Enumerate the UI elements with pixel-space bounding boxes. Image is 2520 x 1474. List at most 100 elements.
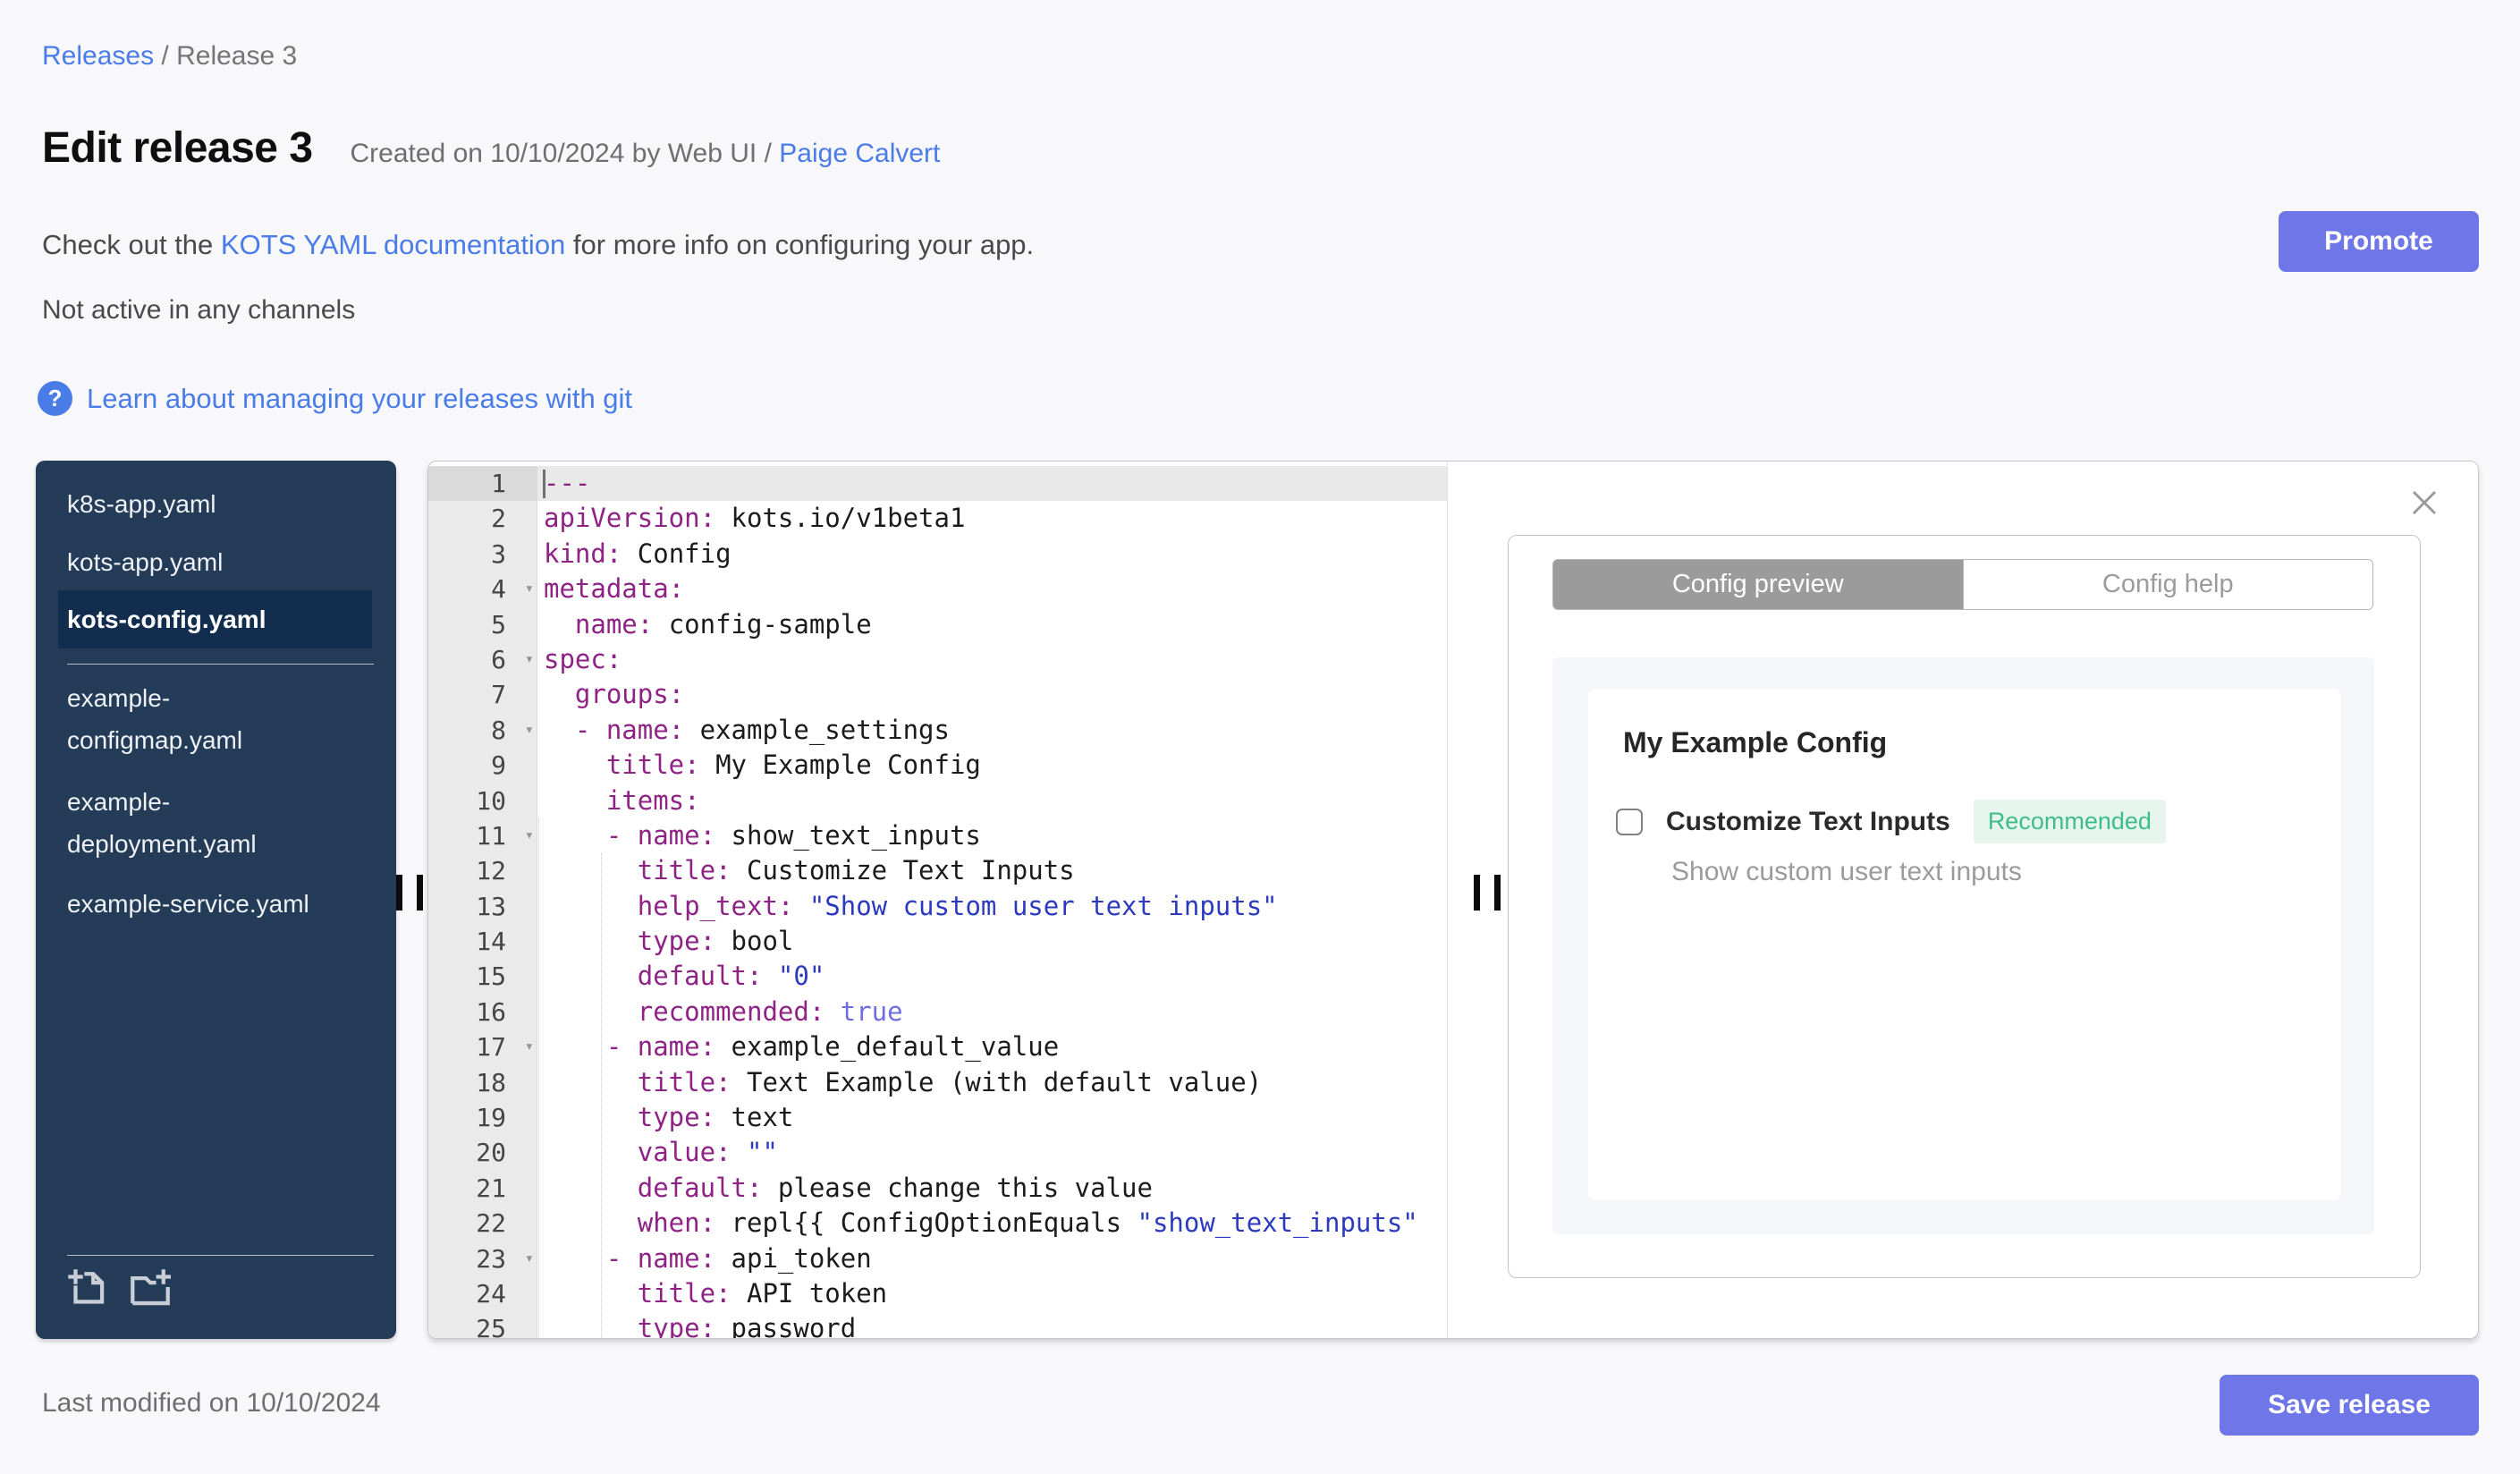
code-line-19[interactable]: 19 type: text <box>428 1100 1447 1136</box>
code-text: title: API token <box>637 1277 888 1309</box>
gutter-line-number: 19 <box>428 1100 537 1136</box>
code-text: - name: api_token <box>605 1242 872 1274</box>
sidebar-item-kots-config.yaml[interactable]: kots-config.yaml <box>58 590 372 648</box>
close-icon[interactable] <box>2406 485 2442 521</box>
sidebar-divider-top <box>67 664 374 665</box>
fold-arrow-icon[interactable]: ▾ <box>525 572 534 606</box>
gutter-line-number: 9 <box>428 748 537 784</box>
gutter-line-number: 2 <box>428 501 537 537</box>
new-file-icon[interactable] <box>65 1266 106 1308</box>
code-line-12[interactable]: 12 title: Customize Text Inputs <box>428 853 1447 889</box>
created-author-link[interactable]: Paige Calvert <box>779 139 940 168</box>
save-release-button[interactable]: Save release <box>2220 1375 2479 1436</box>
code-text: title: My Example Config <box>605 750 981 781</box>
code-text: recommended: true <box>637 995 903 1027</box>
created-prefix: Created on 10/10/2024 by Web UI / <box>350 139 780 168</box>
sidebar-item-example-configmap.yaml[interactable]: example- configmap.yaml <box>67 677 378 761</box>
code-line-23[interactable]: 23 ▾ - name: api_token <box>428 1241 1447 1276</box>
fold-arrow-icon[interactable]: ▾ <box>525 1029 534 1064</box>
fold-arrow-icon[interactable]: ▾ <box>525 642 534 677</box>
new-folder-icon[interactable] <box>128 1266 173 1308</box>
page-title: Edit release 3 <box>42 124 313 172</box>
code-line-4[interactable]: 4 ▾ metadata: <box>428 572 1447 607</box>
code-line-13[interactable]: 13 help_text: "Show custom user text inp… <box>428 888 1447 925</box>
gutter-line-number: 22 <box>428 1206 537 1241</box>
breadcrumb-releases-link[interactable]: Releases <box>42 41 154 71</box>
code-line-17[interactable]: 17 ▾ - name: example_default_value <box>428 1029 1447 1065</box>
gutter-line-number: 6 ▾ <box>428 641 537 678</box>
release-editor-screen: Releases / Release 3 Edit release 3 Crea… <box>0 0 2520 1474</box>
gutter-line-number: 12 <box>428 853 537 889</box>
config-group-title: My Example Config <box>1623 726 1888 758</box>
gutter-line-number: 5 <box>428 606 537 642</box>
code-text: apiVersion: kots.io/v1beta1 <box>544 503 966 534</box>
code-line-21[interactable]: 21 default: please change this value <box>428 1170 1447 1207</box>
config-tabs: Config preview Config help <box>1552 559 2373 610</box>
breadcrumb-separator: / <box>154 41 177 71</box>
tab-config-preview[interactable]: Config preview <box>1553 560 1963 609</box>
code-line-2[interactable]: 2 apiVersion: kots.io/v1beta1 <box>428 501 1447 537</box>
created-info: Created on 10/10/2024 by Web UI / Paige … <box>351 139 941 169</box>
sidebar-divider-bottom <box>67 1255 374 1256</box>
breadcrumb: Releases / Release 3 <box>42 41 297 72</box>
code-line-15[interactable]: 15 default: "0" <box>428 959 1447 995</box>
code-line-11[interactable]: 11 ▾ - name: show_text_inputs <box>428 817 1447 854</box>
code-line-8[interactable]: 8 ▾ - name: example_settings <box>428 712 1447 749</box>
code-line-9[interactable]: 9 title: My Example Config <box>428 748 1447 784</box>
sidebar-item-k8s-app.yaml[interactable]: k8s-app.yaml <box>67 483 378 525</box>
code-line-6[interactable]: 6 ▾ spec: <box>428 641 1447 678</box>
code-text: default: "0" <box>637 961 825 992</box>
code-line-1[interactable]: 1 --- <box>428 466 1447 502</box>
code-text: value: "" <box>637 1137 778 1168</box>
code-line-16[interactable]: 16 recommended: true <box>428 994 1447 1030</box>
sidebar-item-example-deployment.yaml[interactable]: example- deployment.yaml <box>67 781 378 865</box>
git-releases-link[interactable]: Learn about managing your releases with … <box>87 383 632 415</box>
config-group-card: My Example Config Customize Text Inputs … <box>1588 689 2341 1200</box>
docs-suffix: for more info on configuring your app. <box>565 229 1035 260</box>
code-line-25[interactable]: 25 type: password <box>428 1311 1447 1338</box>
customize-text-inputs-checkbox[interactable] <box>1616 808 1643 835</box>
sidebar-actions <box>65 1266 173 1308</box>
pane-resize-handle-right[interactable] <box>1474 875 1501 911</box>
pane-resize-handle-left[interactable] <box>396 875 423 911</box>
help-question-icon[interactable]: ? <box>38 381 72 416</box>
code-text: title: Customize Text Inputs <box>637 855 1075 886</box>
kots-yaml-docs-link[interactable]: KOTS YAML documentation <box>221 229 565 260</box>
code-text: type: bool <box>637 926 794 957</box>
code-line-18[interactable]: 18 title: Text Example (with default val… <box>428 1064 1447 1101</box>
sidebar-item-example-service.yaml[interactable]: example-service.yaml <box>67 883 378 925</box>
code-line-10[interactable]: 10 items: <box>428 783 1447 818</box>
code-line-20[interactable]: 20 value: "" <box>428 1135 1447 1171</box>
docs-line: Check out the KOTS YAML documentation fo… <box>42 229 1034 261</box>
code-line-22[interactable]: 22 when: repl{{ ConfigOptionEquals "show… <box>428 1206 1447 1241</box>
code-text: metadata: <box>544 573 685 605</box>
gutter-line-number: 14 <box>428 924 537 960</box>
gutter-line-number: 11 ▾ <box>428 817 537 854</box>
code-line-7[interactable]: 7 groups: <box>428 677 1447 713</box>
gutter-line-number: 4 ▾ <box>428 572 537 607</box>
git-help-row[interactable]: ? Learn about managing your releases wit… <box>38 381 632 416</box>
tab-config-help[interactable]: Config help <box>1962 560 2372 609</box>
gutter-line-number: 17 ▾ <box>428 1029 537 1065</box>
editor-container: 1 --- 2 apiVersion: kots.io/v1beta1 3 kind: C… <box>427 461 2479 1339</box>
code-line-3[interactable]: 3 kind: Config <box>428 536 1447 572</box>
code-text: when: repl{{ ConfigOptionEquals "show_te… <box>637 1207 1418 1239</box>
config-preview-card: Config preview Config help My Example Con… <box>1508 535 2421 1278</box>
channel-status: Not active in any channels <box>42 295 356 325</box>
fold-arrow-icon[interactable]: ▾ <box>525 1241 534 1276</box>
fold-arrow-icon[interactable]: ▾ <box>525 818 534 853</box>
code-text: groups: <box>574 679 685 710</box>
gutter-line-number: 21 <box>428 1170 537 1207</box>
config-preview-area: My Example Config Customize Text Inputs … <box>1552 657 2374 1234</box>
yaml-code-editor[interactable]: 1 --- 2 apiVersion: kots.io/v1beta1 3 kind: C… <box>428 462 1447 1338</box>
code-text: - name: example_settings <box>574 714 950 745</box>
sidebar-item-kots-app.yaml[interactable]: kots-app.yaml <box>67 541 378 583</box>
fold-arrow-icon[interactable]: ▾ <box>525 713 534 748</box>
code-line-14[interactable]: 14 type: bool <box>428 924 1447 960</box>
promote-button[interactable]: Promote <box>2279 211 2479 272</box>
code-line-24[interactable]: 24 title: API token <box>428 1275 1447 1312</box>
code-text: --- <box>537 466 1447 502</box>
code-text: - name: show_text_inputs <box>605 819 981 851</box>
code-line-5[interactable]: 5 name: config-sample <box>428 606 1447 642</box>
file-tree-sidebar: k8s-app.yaml kots-app.yaml kots-config.yam… <box>36 461 396 1339</box>
